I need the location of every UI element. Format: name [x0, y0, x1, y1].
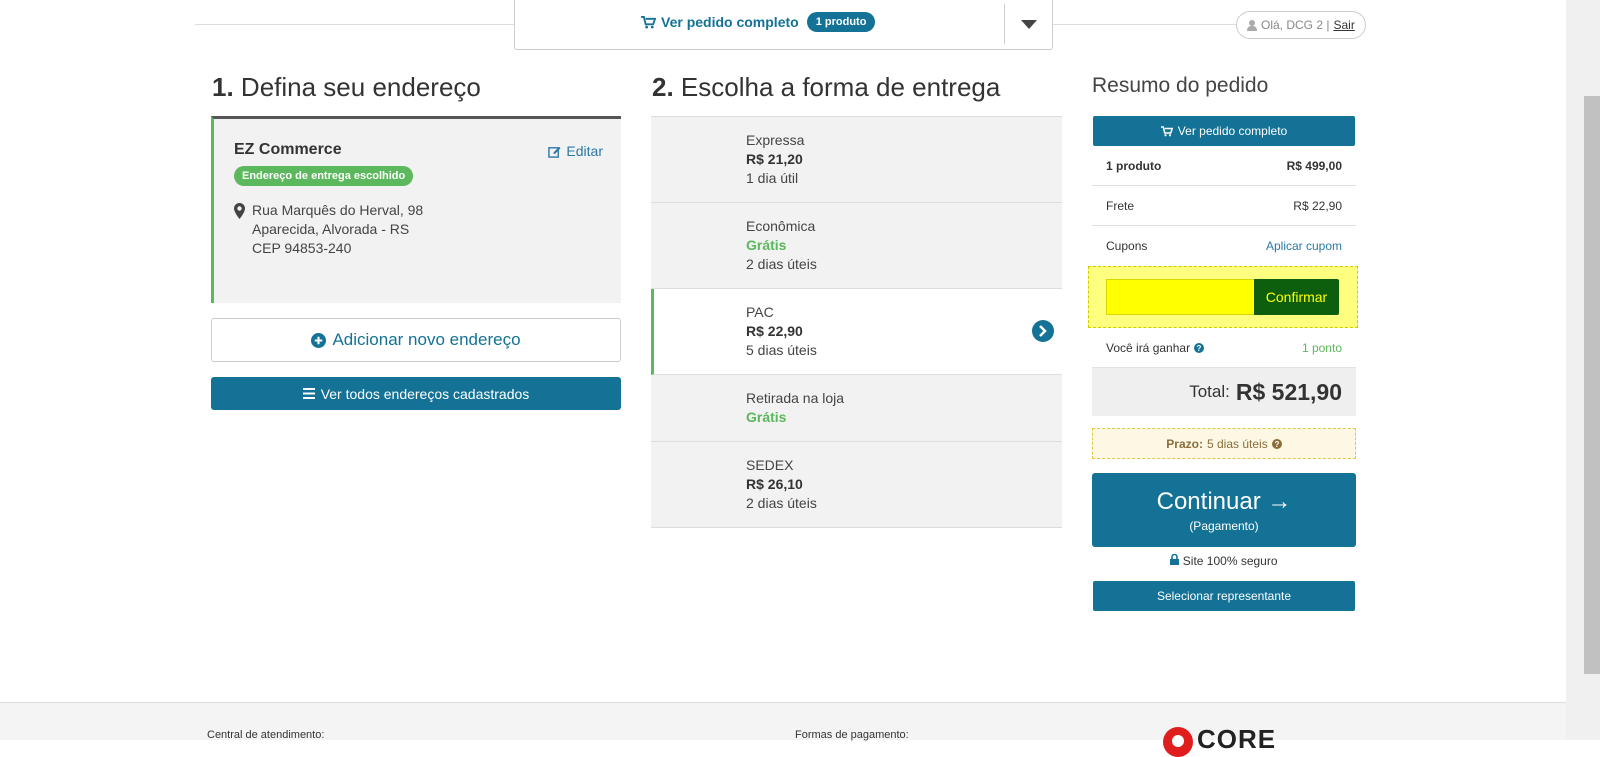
cart-dropdown-box: Ver pedido completo 1 produto — [514, 0, 1053, 50]
view-all-addresses-button[interactable]: Ver todos endereços cadastrados — [211, 377, 621, 410]
shipping-option-economica[interactable]: Econômica Grátis 2 dias úteis — [651, 203, 1062, 289]
user-pill: Olá, DCG 2 | Sair — [1236, 11, 1366, 39]
view-order-link[interactable]: Ver pedido completo 1 produto — [641, 12, 876, 32]
continue-sublabel: (Pagamento) — [1189, 519, 1259, 533]
shipping-option-price: R$ 21,20 — [746, 151, 803, 167]
deadline-box: Prazo: 5 dias úteis ? — [1092, 428, 1356, 459]
shipping-option-retirada[interactable]: Retirada na loja Grátis — [651, 375, 1062, 442]
shipping-option-price: Grátis — [746, 237, 787, 253]
list-icon — [302, 388, 315, 399]
chosen-address-badge: Endereço de entrega escolhido — [234, 166, 414, 186]
payment-methods-label: Formas de pagamento: — [795, 729, 909, 741]
caret-down-icon — [1020, 19, 1037, 29]
total-label: Total: — [1189, 382, 1230, 401]
apply-coupon-link[interactable]: Aplicar cupom — [1266, 239, 1342, 253]
confirm-coupon-button[interactable]: Confirmar — [1254, 279, 1339, 315]
address-step-number: 1. — [212, 72, 234, 102]
edit-label: Editar — [566, 143, 603, 159]
summary-view-order-label: Ver pedido completo — [1177, 124, 1288, 138]
cart-count-badge: 1 produto — [806, 12, 876, 32]
points-value: 1 ponto — [1301, 340, 1342, 355]
lock-icon — [1170, 553, 1180, 565]
logout-link[interactable]: Sair — [1333, 18, 1354, 32]
footer: Central de atendimento: Formas de pagame… — [0, 702, 1566, 757]
select-representative-button[interactable]: Selecionar representante — [1093, 581, 1355, 611]
address-heading: 1. Defina seu endereço — [212, 72, 481, 103]
coupon-form: Confirmar — [1088, 266, 1358, 328]
cart-icon — [1160, 125, 1173, 136]
question-circle-icon[interactable]: ? — [1194, 342, 1205, 353]
shipping-value: R$ 22,90 — [1293, 198, 1342, 213]
scrollbar-thumb[interactable] — [1584, 96, 1600, 674]
svg-text:?: ? — [1274, 440, 1279, 449]
shipping-option-name: SEDEX — [746, 457, 794, 473]
summary-view-order-button[interactable]: Ver pedido completo — [1093, 116, 1355, 146]
products-value: R$ 499,00 — [1286, 158, 1342, 173]
logo-mark-icon — [1163, 727, 1193, 757]
shipping-option-name: PAC — [746, 304, 774, 320]
shipping-option-name: Econômica — [746, 218, 816, 234]
shipping-option-price: R$ 22,90 — [746, 323, 803, 339]
cart-icon — [641, 15, 656, 29]
shipping-option-time: 2 dias úteis — [746, 256, 817, 272]
brand-logo: CORE — [1163, 724, 1277, 757]
shipping-options-list: Expressa R$ 21,20 1 dia útil Econômica G… — [651, 116, 1062, 528]
logo-text: CORE — [1197, 724, 1277, 754]
svg-text:?: ? — [1197, 344, 1202, 353]
edit-icon — [548, 146, 561, 158]
shipping-option-price: R$ 26,10 — [746, 476, 803, 492]
shipping-option-name: Retirada na loja — [746, 390, 845, 406]
shipping-heading: 2. Escolha a forma de entrega — [652, 72, 1000, 103]
chevron-right-icon — [1032, 320, 1054, 342]
shipping-option-time: 1 dia útil — [746, 170, 799, 186]
edit-address-link[interactable]: Editar — [548, 143, 603, 159]
address-name: EZ Commerce — [234, 141, 342, 158]
points-label-wrap: Você irá ganhar ? — [1106, 340, 1205, 355]
map-marker-icon — [234, 203, 245, 219]
products-label: 1 produto — [1106, 158, 1162, 173]
shipping-option-expressa[interactable]: Expressa R$ 21,20 1 dia útil — [651, 117, 1062, 203]
shipping-title: Escolha a forma de entrega — [680, 72, 1001, 102]
points-label: Você irá ganhar — [1106, 340, 1191, 355]
address-line-zip: CEP 94853-240 — [252, 240, 352, 256]
address-title: Defina seu endereço — [240, 72, 481, 102]
shipping-option-name: Expressa — [746, 132, 805, 148]
coupon-input[interactable] — [1106, 279, 1254, 315]
summary-coupons-row: Cupons Aplicar cupom — [1092, 226, 1356, 266]
secure-site-note: Site 100% seguro — [1092, 553, 1356, 568]
shipping-option-pac[interactable]: PAC R$ 22,90 5 dias úteis — [651, 289, 1062, 375]
continue-button[interactable]: Continuar → (Pagamento) — [1092, 473, 1356, 547]
shipping-option-time: 2 dias úteis — [746, 495, 817, 511]
summary-title: Resumo do pedido — [1092, 74, 1269, 97]
summary-shipping-row: Frete R$ 22,90 — [1092, 186, 1356, 226]
support-label: Central de atendimento: — [207, 729, 325, 741]
secure-site-label: Site 100% seguro — [1182, 554, 1278, 568]
add-address-button[interactable]: Adicionar novo endereço — [211, 318, 621, 362]
user-greeting: Olá, DCG 2 | — [1261, 18, 1330, 32]
user-icon — [1247, 19, 1257, 31]
plus-circle-icon — [311, 332, 327, 348]
question-circle-icon[interactable]: ? — [1271, 438, 1282, 449]
shipping-option-price: Grátis — [746, 409, 787, 425]
shipping-label: Frete — [1106, 198, 1135, 213]
cart-dropdown-toggle[interactable] — [1004, 4, 1052, 44]
continue-label: Continuar → — [1156, 488, 1292, 515]
total-box: Total: R$ 521,90 — [1092, 368, 1356, 416]
deadline-value: 5 dias úteis — [1206, 436, 1268, 451]
address-line-street: Rua Marquês do Herval, 98 — [252, 202, 424, 218]
shipping-option-sedex[interactable]: SEDEX R$ 26,10 2 dias úteis — [651, 442, 1062, 528]
shipping-option-time: 5 dias úteis — [746, 342, 817, 358]
summary-points-row: Você irá ganhar ? 1 ponto — [1092, 328, 1356, 368]
add-address-label: Adicionar novo endereço — [332, 330, 521, 349]
shipping-step-number: 2. — [652, 72, 674, 102]
view-order-label: Ver pedido completo — [661, 14, 799, 30]
total-value: R$ 521,90 — [1235, 378, 1342, 405]
view-all-addresses-label: Ver todos endereços cadastrados — [320, 385, 530, 402]
coupons-label: Cupons — [1106, 239, 1148, 253]
deadline-label: Prazo: — [1166, 436, 1203, 451]
summary-products-row: 1 produto R$ 499,00 — [1092, 146, 1356, 186]
address-line-city: Aparecida, Alvorada - RS — [252, 221, 410, 237]
address-card: EZ Commerce Editar Endereço de entrega e… — [211, 116, 621, 303]
address-lines: Rua Marquês do Herval, 98 Aparecida, Alv… — [252, 201, 423, 258]
